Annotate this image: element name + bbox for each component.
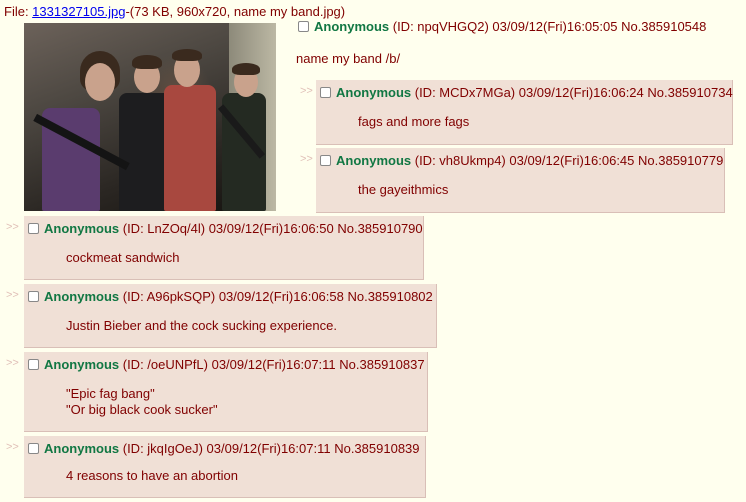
op-post-header: Anonymous (ID: npqVHGQ2) 03/09/12(Fri)16… — [298, 18, 706, 36]
reply-line: 4 reasons to have an abortion — [66, 468, 239, 483]
reply-header: Anonymous (ID: jkqIgOeJ) 03/09/12(Fri)16… — [28, 440, 420, 457]
file-info: File: 1331327105.jpg-(73 KB, 960x720, na… — [4, 4, 345, 20]
reply-post: Anonymous (ID: /oeUNPfL) 03/09/12(Fri)16… — [24, 352, 428, 432]
op-post-info: (ID: npqVHGQ2) 03/09/12(Fri)16:05:05 No.… — [389, 19, 707, 34]
reply-checkbox[interactable] — [320, 155, 331, 166]
reply-arrows: >> — [6, 441, 19, 453]
op-post-checkbox[interactable] — [298, 21, 309, 32]
reply-checkbox[interactable] — [320, 87, 331, 98]
reply-arrows: >> — [300, 85, 313, 97]
reply-info: (ID: LnZOq/4l) 03/09/12(Fri)16:06:50 No.… — [119, 221, 423, 236]
reply-message: Justin Bieber and the cock sucking exper… — [66, 318, 337, 334]
reply-message: fags and more fags — [358, 114, 469, 130]
reply-message: "Epic fag bang" "Or big black cook sucke… — [66, 386, 218, 418]
reply-poster-name: Anonymous — [44, 289, 120, 304]
reply-checkbox[interactable] — [28, 223, 39, 234]
file-meta: -(73 KB, 960x720, name my band.jpg) — [125, 4, 346, 19]
reply-line: cockmeat sandwich — [66, 250, 180, 265]
photo-figure-hair — [132, 55, 162, 69]
reply-checkbox[interactable] — [28, 291, 39, 302]
reply-checkbox[interactable] — [28, 443, 39, 454]
reply-line: the gayeithmics — [358, 182, 449, 197]
reply-post: Anonymous (ID: vh8Ukmp4) 03/09/12(Fri)16… — [316, 148, 725, 213]
file-label: File: — [4, 4, 33, 19]
reply-poster-name: Anonymous — [44, 221, 120, 236]
reply-post: Anonymous (ID: MCDx7MGa) 03/09/12(Fri)16… — [316, 80, 733, 145]
reply-header: Anonymous (ID: vh8Ukmp4) 03/09/12(Fri)16… — [320, 152, 723, 169]
reply-post: Anonymous (ID: LnZOq/4l) 03/09/12(Fri)16… — [24, 216, 424, 280]
reply-header: Anonymous (ID: A96pkSQP) 03/09/12(Fri)16… — [28, 288, 433, 305]
file-link[interactable]: 1331327105.jpg — [32, 4, 125, 19]
reply-line: Justin Bieber and the cock sucking exper… — [66, 318, 337, 333]
reply-arrows: >> — [6, 221, 19, 233]
reply-line: fags and more fags — [358, 114, 470, 129]
reply-info: (ID: A96pkSQP) 03/09/12(Fri)16:06:58 No.… — [119, 289, 433, 304]
reply-post: Anonymous (ID: A96pkSQP) 03/09/12(Fri)16… — [24, 284, 437, 348]
reply-post: Anonymous (ID: jkqIgOeJ) 03/09/12(Fri)16… — [24, 436, 426, 498]
reply-arrows: >> — [6, 289, 19, 301]
reply-header: Anonymous (ID: MCDx7MGa) 03/09/12(Fri)16… — [320, 84, 733, 101]
reply-poster-name: Anonymous — [44, 441, 120, 456]
reply-poster-name: Anonymous — [336, 153, 412, 168]
reply-info: (ID: /oeUNPfL) 03/09/12(Fri)16:07:11 No.… — [119, 357, 425, 372]
op-post-message: name my band /b/ — [296, 51, 401, 66]
reply-line: "Or big black cook sucker" — [66, 402, 218, 417]
photo-figure-hair — [232, 63, 260, 75]
reply-poster-name: Anonymous — [44, 357, 120, 372]
photo-figure-head — [85, 63, 115, 101]
reply-info: (ID: MCDx7MGa) 03/09/12(Fri)16:06:24 No.… — [411, 85, 733, 100]
reply-checkbox[interactable] — [28, 359, 39, 370]
reply-info: (ID: vh8Ukmp4) 03/09/12(Fri)16:06:45 No.… — [411, 153, 724, 168]
photo-figure — [164, 85, 216, 211]
reply-poster-name: Anonymous — [336, 85, 412, 100]
reply-message: cockmeat sandwich — [66, 250, 179, 266]
photo-figure-hair — [172, 49, 202, 61]
reply-info: (ID: jkqIgOeJ) 03/09/12(Fri)16:07:11 No.… — [119, 441, 420, 456]
op-poster-name: Anonymous — [314, 19, 390, 34]
reply-header: Anonymous (ID: /oeUNPfL) 03/09/12(Fri)16… — [28, 356, 425, 373]
reply-line: "Epic fag bang" — [66, 386, 155, 401]
reply-arrows: >> — [6, 357, 19, 369]
reply-header: Anonymous (ID: LnZOq/4l) 03/09/12(Fri)16… — [28, 220, 423, 237]
reply-message: the gayeithmics — [358, 182, 448, 198]
op-image-thumbnail[interactable] — [24, 23, 276, 211]
reply-arrows: >> — [300, 153, 313, 165]
reply-message: 4 reasons to have an abortion — [66, 468, 238, 484]
